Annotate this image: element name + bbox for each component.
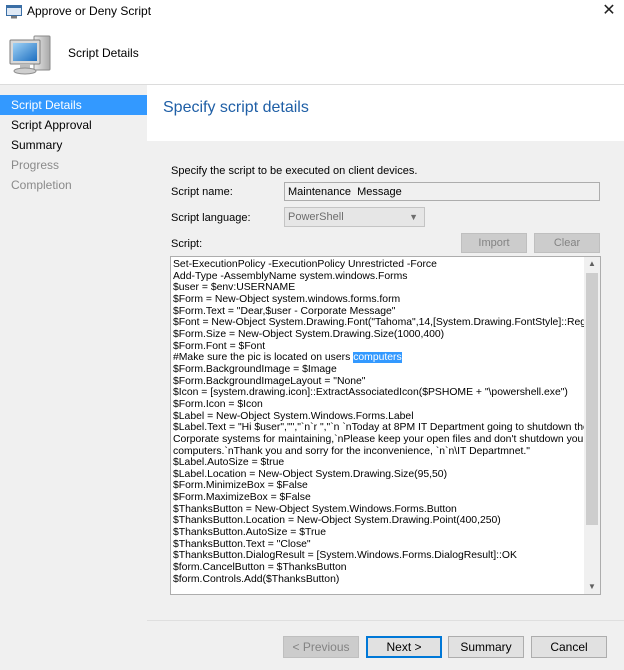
script-line: $Icon = [system.drawing.icon]::ExtractAs… <box>173 387 568 399</box>
import-button[interactable]: Import <box>461 233 527 253</box>
previous-button[interactable]: < Previous <box>283 636 359 658</box>
script-line: $Form = New-Object system.windows.forms.… <box>173 293 401 305</box>
script-line: $user = $env:USERNAME <box>173 282 296 294</box>
cancel-button[interactable]: Cancel <box>531 636 607 658</box>
script-window-icon <box>6 5 22 19</box>
script-line: $Form.BackgroundImageLayout = "None" <box>173 375 366 387</box>
script-line: $Form.Size = New-Object System.Drawing.S… <box>173 328 445 340</box>
script-line: $Form.MinimizeBox = $False <box>173 480 308 492</box>
clear-button[interactable]: Clear <box>534 233 600 253</box>
script-line: $Form.BackgroundImage = $Image <box>173 363 337 375</box>
script-line: $ThanksButton = New-Object System.Window… <box>173 503 457 515</box>
window-title: Approve or Deny Script <box>27 4 152 18</box>
chevron-down-icon: ▼ <box>409 212 418 222</box>
summary-button[interactable]: Summary <box>448 636 524 658</box>
page-title: Specify script details <box>163 99 309 116</box>
script-language-label: Script language: <box>171 212 251 224</box>
scroll-down-icon[interactable]: ▼ <box>584 580 600 594</box>
script-line: Set-ExecutionPolicy -ExecutionPolicy Unr… <box>173 259 437 270</box>
computer-monitor-icon <box>9 35 51 75</box>
script-language-select[interactable]: PowerShell ▼ <box>284 207 425 227</box>
script-line: $form.CancelButton = $ThanksButton <box>173 562 347 574</box>
script-language-value: PowerShell <box>288 211 344 223</box>
script-line: $ThanksButton.DialogResult = [System.Win… <box>173 550 517 562</box>
sidebar-item-script-details[interactable]: Script Details <box>0 95 147 115</box>
script-line: computers.`nThank you and sorry for the … <box>173 445 530 457</box>
script-name-field[interactable] <box>284 182 600 201</box>
next-button[interactable]: Next > <box>366 636 442 658</box>
script-line: $Label.Location = New-Object System.Draw… <box>173 468 448 480</box>
sidebar-item-completion: Completion <box>11 178 72 192</box>
script-line: $Label.AutoSize = $true <box>173 457 285 469</box>
scroll-up-icon[interactable]: ▲ <box>584 257 600 271</box>
title-bar: Approve or Deny Script ✕ <box>0 0 624 24</box>
header-title: Script Details <box>68 46 139 60</box>
sidebar-item-script-approval[interactable]: Script Approval <box>0 115 147 135</box>
script-label: Script: <box>171 238 203 250</box>
script-line: Corporate systems for maintaining,`nPlea… <box>173 433 587 445</box>
script-line: $Label = New-Object System.Windows.Forms… <box>173 410 414 422</box>
script-line: #Make sure the pic is located on users c… <box>173 352 402 364</box>
content-header: Specify script details <box>147 85 624 141</box>
footer-divider <box>147 620 624 621</box>
wizard-header: Script Details <box>0 24 624 84</box>
script-line: $Form.Font = $Font <box>173 340 266 352</box>
close-icon: ✕ <box>602 2 616 19</box>
close-button[interactable]: ✕ <box>594 0 624 24</box>
script-line: $Label.Text = "Hi $user","","`n`r ","`n … <box>173 422 589 434</box>
selected-text: computers <box>353 352 402 364</box>
scrollbar-thumb[interactable] <box>586 273 598 525</box>
script-name-label: Script name: <box>171 186 233 198</box>
script-line: $Font = New-Object System.Drawing.Font("… <box>173 317 601 329</box>
script-line: $form.Controls.Add($ThanksButton) <box>173 573 340 585</box>
script-line: $Form.Icon = $Icon <box>173 398 263 410</box>
script-line: $ThanksButton.Location = New-Object Syst… <box>173 515 501 527</box>
sidebar-item-summary[interactable]: Summary <box>0 135 147 155</box>
script-line: $ThanksButton.Text = "Close" <box>173 538 311 550</box>
wizard-content: Specify script details Specify the scrip… <box>147 84 624 670</box>
description-text: Specify the script to be executed on cli… <box>171 165 418 177</box>
wizard-sidebar: Script Details Script Approval Summary P… <box>0 84 147 670</box>
vertical-scrollbar[interactable]: ▲ ▼ <box>584 257 600 594</box>
script-line: $Form.MaximizeBox = $False <box>173 492 311 504</box>
sidebar-item-progress: Progress <box>11 158 60 172</box>
script-line: $Form.Text = "Dear,$user - Corporate Mes… <box>173 305 396 317</box>
script-text[interactable]: Set-ExecutionPolicy -ExecutionPolicy Unr… <box>173 259 601 585</box>
script-line: $ThanksButton.AutoSize = $True <box>173 527 326 539</box>
script-editor[interactable]: Set-ExecutionPolicy -ExecutionPolicy Unr… <box>170 256 601 595</box>
script-line: Add-Type -AssemblyName system.windows.Fo… <box>173 270 408 282</box>
